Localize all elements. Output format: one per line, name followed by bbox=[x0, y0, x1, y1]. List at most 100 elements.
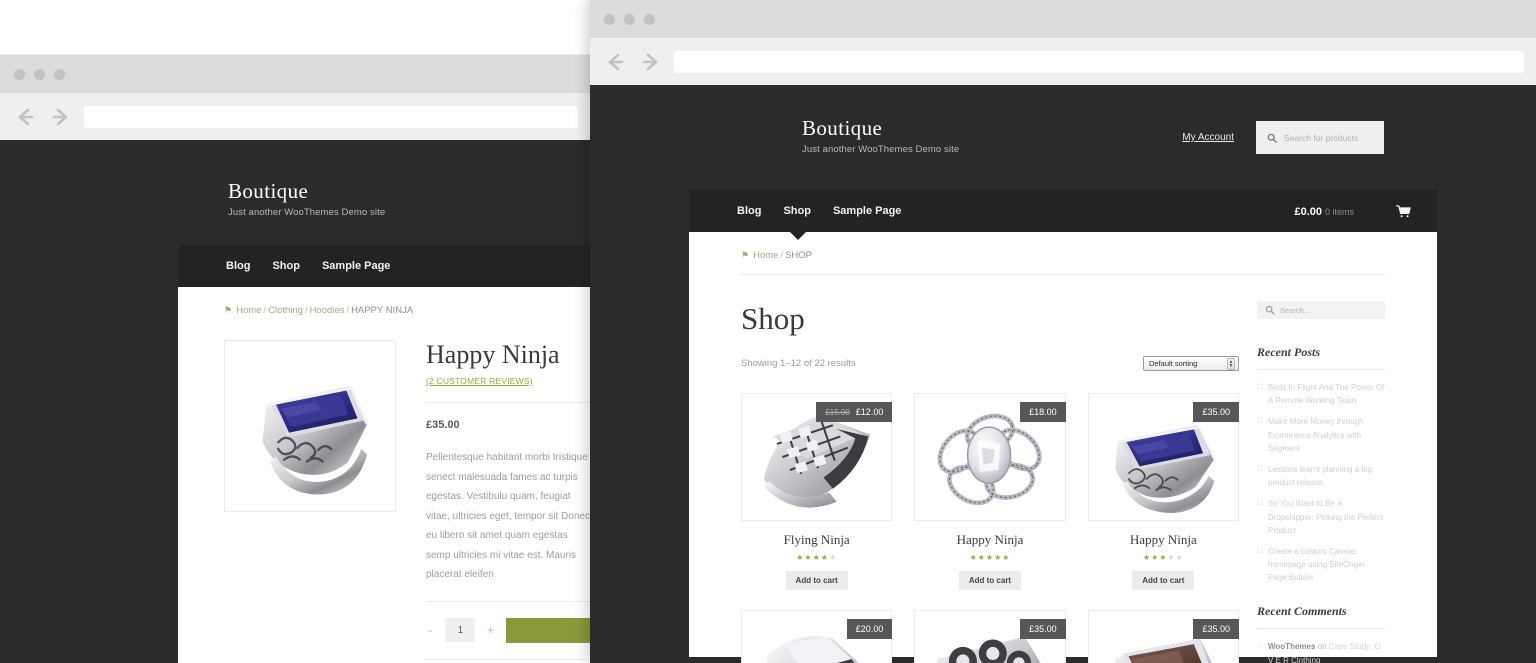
add-to-cart-button[interactable] bbox=[505, 617, 590, 643]
back-arrow-icon[interactable] bbox=[12, 104, 38, 130]
product-detail-page: ⚑ Home / Clothing / Hoodies / HAPPY NINJA bbox=[178, 287, 590, 663]
back-arrow-icon[interactable] bbox=[602, 49, 628, 75]
recent-post-title[interactable]: Make More Money through Ecommerce Analyt… bbox=[1268, 417, 1364, 452]
product-price: £12.00 bbox=[855, 407, 884, 417]
product-name[interactable]: Happy Ninja bbox=[914, 532, 1065, 548]
quantity-increase-button[interactable]: + bbox=[486, 623, 494, 637]
nav-links-front[interactable]: Blog Shop Sample Page bbox=[737, 205, 901, 217]
window-titlebar-front[interactable] bbox=[590, 0, 1536, 38]
product-card[interactable]: £20.00 bbox=[741, 610, 893, 663]
list-item[interactable]: ☉ WooThemes on Case Study: O V E R Clothi… bbox=[1257, 640, 1385, 663]
product-card[interactable]: £18.00 Happy Ninja ★★★★★ Add to cart bbox=[914, 393, 1066, 590]
recent-post-title[interactable]: So You Want to Be a Dropshipper: Picking… bbox=[1268, 499, 1383, 534]
nav-item-shop[interactable]: Shop bbox=[783, 205, 811, 217]
product-main-image[interactable] bbox=[224, 340, 396, 512]
address-bar-back[interactable] bbox=[84, 105, 578, 128]
add-to-cart-button[interactable]: Add to cart bbox=[958, 571, 1022, 590]
product-old-price: £15.00 bbox=[825, 407, 850, 417]
product-search-box[interactable]: Search for products bbox=[1256, 121, 1384, 154]
product-card[interactable]: £35.00 bbox=[914, 610, 1066, 663]
browser-toolbar-back[interactable] bbox=[0, 93, 590, 140]
nav-right[interactable]: £0.00 0 items bbox=[1294, 202, 1411, 220]
quantity-decrease-button[interactable]: - bbox=[426, 623, 434, 637]
nav-links-back[interactable]: Blog Shop Sample Page bbox=[226, 260, 390, 272]
list-item[interactable]: ☐ Create a custom Canvas homepage using S… bbox=[1257, 545, 1385, 585]
search-icon bbox=[1267, 133, 1277, 143]
nav-item-blog[interactable]: Blog bbox=[737, 205, 761, 217]
shop-sidebar: Search… Recent Posts ☐ Birds In Flight An… bbox=[1257, 275, 1385, 663]
maximize-dot[interactable] bbox=[54, 68, 65, 80]
breadcrumb-clothing[interactable]: Clothing bbox=[268, 305, 303, 316]
product-name[interactable]: Flying Ninja bbox=[741, 532, 892, 548]
window-titlebar-back[interactable] bbox=[0, 55, 590, 93]
sorting-selected-value: Default sorting bbox=[1149, 359, 1198, 368]
cart-total[interactable]: £0.00 0 items bbox=[1294, 202, 1354, 220]
window-controls-back[interactable] bbox=[14, 68, 65, 80]
product-card[interactable]: £15.00 £12.00 Flying Ninja ★★★★★ Add to … bbox=[741, 393, 893, 590]
page-title: Shop bbox=[741, 301, 805, 336]
quantity-input[interactable]: 1 bbox=[445, 618, 476, 642]
recent-post-title[interactable]: Lessons learnt planning a big product re… bbox=[1268, 465, 1372, 487]
customer-reviews-link[interactable]: (2 CUSTOMER REVIEWS) bbox=[426, 376, 590, 386]
browser-toolbar-front[interactable] bbox=[590, 38, 1536, 85]
cart-icon[interactable] bbox=[1396, 204, 1411, 218]
list-item[interactable]: ☐ Lessons learnt planning a big product r… bbox=[1257, 463, 1385, 489]
product-card[interactable]: £35.00 bbox=[1087, 610, 1239, 663]
product-grid: £15.00 £12.00 Flying Ninja ★★★★★ Add to … bbox=[741, 393, 1239, 663]
sorting-select[interactable]: Default sorting ▲ ▼ bbox=[1143, 356, 1239, 371]
product-price: £35.00 bbox=[1029, 624, 1057, 634]
my-account-link[interactable]: My Account bbox=[1182, 132, 1234, 143]
add-to-cart-form[interactable]: - 1 + bbox=[426, 617, 590, 643]
nav-item-sample-page[interactable]: Sample Page bbox=[833, 205, 901, 217]
product-price: £35.00 bbox=[1202, 624, 1230, 634]
product-price: £35.00 bbox=[426, 419, 460, 431]
breadcrumb-home[interactable]: Home bbox=[236, 305, 261, 316]
chevron-updown-icon[interactable]: ▲ ▼ bbox=[1227, 357, 1235, 370]
close-dot[interactable] bbox=[14, 68, 25, 80]
maximize-dot[interactable] bbox=[644, 13, 655, 25]
breadcrumb-sep: / bbox=[346, 305, 350, 316]
breadcrumb-shop[interactable]: ⚑ Home / SHOP bbox=[741, 232, 1385, 261]
breadcrumb-hoodies[interactable]: Hoodies bbox=[310, 305, 345, 316]
recent-post-title[interactable]: Create a custom Canvas homepage using Si… bbox=[1268, 547, 1365, 582]
product-price-badge: £18.00 bbox=[1020, 402, 1066, 422]
breadcrumb-current: HAPPY NINJA bbox=[351, 305, 414, 316]
forward-arrow-icon[interactable] bbox=[638, 49, 664, 75]
product-detail-window[interactable]: Boutique Just another WooThemes Demo sit… bbox=[0, 55, 590, 663]
forward-arrow-icon[interactable] bbox=[48, 104, 74, 130]
minimize-dot[interactable] bbox=[34, 68, 45, 80]
result-count: Showing 1–12 of 22 results bbox=[741, 358, 856, 369]
shop-toolbar: Showing 1–12 of 22 results Default sorti… bbox=[741, 356, 1239, 371]
list-item[interactable]: ☐ Make More Money through Ecommerce Analy… bbox=[1257, 415, 1385, 455]
brand-tagline: Just another WooThemes Demo site bbox=[802, 144, 960, 156]
address-bar-front[interactable] bbox=[674, 50, 1524, 73]
window-controls-front[interactable] bbox=[604, 13, 655, 25]
nav-item-sample-page[interactable]: Sample Page bbox=[322, 260, 390, 272]
list-item[interactable]: ☐ Birds In Flight And The Power Of A Remo… bbox=[1257, 381, 1385, 407]
product-description: Pellentesque habitant morbi tristique se… bbox=[426, 452, 590, 580]
site-nav-back[interactable]: Blog Shop Sample Page bbox=[178, 245, 590, 287]
add-to-cart-button[interactable]: Add to cart bbox=[1132, 571, 1195, 590]
comment-author[interactable]: WooThemes bbox=[1268, 642, 1315, 651]
site-branding-front[interactable]: Boutique Just another WooThemes Demo sit… bbox=[802, 116, 960, 156]
recent-posts-list: ☐ Birds In Flight And The Power Of A Remo… bbox=[1257, 381, 1385, 584]
product-card[interactable]: £35.00 Happy Ninja ★★★★★ Add to cart bbox=[1087, 393, 1239, 590]
nav-item-shop[interactable]: Shop bbox=[272, 260, 300, 272]
shop-window[interactable]: Boutique Just another WooThemes Demo sit… bbox=[590, 0, 1536, 663]
breadcrumb-home[interactable]: Home bbox=[753, 250, 778, 261]
product-name[interactable]: Happy Ninja bbox=[1088, 532, 1239, 548]
site-branding-back[interactable]: Boutique Just another WooThemes Demo sit… bbox=[228, 179, 385, 218]
recent-post-title[interactable]: Birds In Flight And The Power Of A Remot… bbox=[1268, 383, 1384, 405]
minimize-dot[interactable] bbox=[624, 13, 635, 25]
add-to-cart-button[interactable]: Add to cart bbox=[785, 571, 848, 590]
site-header-front: Boutique Just another WooThemes Demo sit… bbox=[590, 85, 1536, 190]
sidebar-search-box[interactable]: Search… bbox=[1257, 301, 1385, 319]
breadcrumb-pdp[interactable]: ⚑ Home / Clothing / Hoodies / HAPPY NINJA bbox=[224, 287, 590, 316]
divider bbox=[426, 658, 590, 660]
product-rating: ★★★★★ bbox=[796, 553, 838, 562]
close-dot[interactable] bbox=[604, 13, 615, 25]
site-nav-front[interactable]: Blog Shop Sample Page £0.00 0 items bbox=[689, 190, 1437, 240]
nav-item-blog[interactable]: Blog bbox=[226, 260, 250, 272]
list-item[interactable]: ☐ So You Want to Be a Dropshipper: Pickin… bbox=[1257, 497, 1385, 537]
document-icon: ☐ bbox=[1257, 465, 1264, 473]
